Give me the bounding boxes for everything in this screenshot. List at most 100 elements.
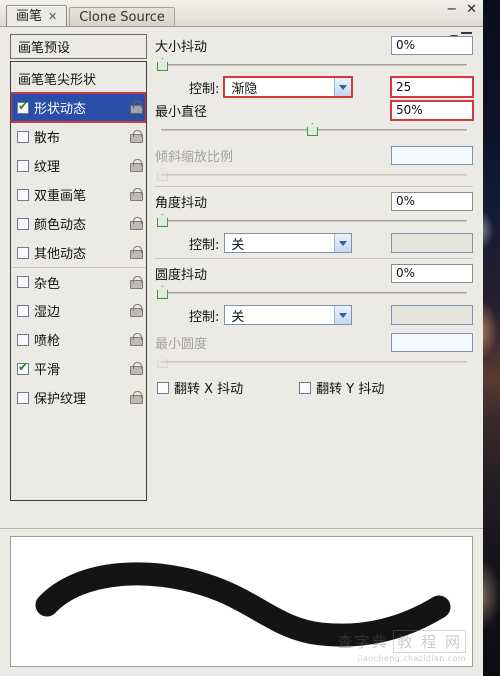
sidebar-item-airbrush[interactable]: 喷枪 <box>11 325 146 354</box>
brush-option-list[interactable]: 画笔笔尖形状 形状动态 散布 纹理 <box>10 61 147 501</box>
watermark: 查字典 教 程 网 jiaocheng.chazidian.com <box>337 630 466 663</box>
sidebar-item-scattering[interactable]: 散布 <box>11 122 146 151</box>
window-controls: − ✕ <box>446 3 477 16</box>
lock-icon[interactable] <box>129 101 143 114</box>
min-diameter-slider[interactable] <box>157 122 473 138</box>
sidebar-item-label: 散布 <box>34 131 61 146</box>
scattering-checkbox[interactable] <box>17 130 29 143</box>
roundness-jitter-input[interactable]: 0% <box>391 263 473 283</box>
angle-control-side-input <box>391 233 473 253</box>
roundness-control-select[interactable]: 关 <box>224 305 353 325</box>
flip-y-jitter-checkbox[interactable] <box>299 381 312 394</box>
slider-knob[interactable] <box>157 214 168 227</box>
min-diameter-input[interactable]: 50% <box>390 99 474 121</box>
angle-control-select[interactable]: 关 <box>224 233 353 253</box>
slider-track <box>161 220 467 222</box>
tab-clone-source[interactable]: Clone Source <box>69 7 175 26</box>
panel-tab-strip: 画笔 ✕ Clone Source <box>6 0 175 26</box>
protect-texture-checkbox[interactable] <box>17 391 29 404</box>
close-icon[interactable]: ✕ <box>466 3 477 16</box>
airbrush-checkbox[interactable] <box>17 333 29 346</box>
fade-steps-input[interactable]: 25 <box>390 76 474 98</box>
lock-icon[interactable] <box>129 304 143 317</box>
dual-brush-checkbox[interactable] <box>17 188 29 201</box>
tab-brush[interactable]: 画笔 ✕ <box>6 5 68 26</box>
size-jitter-slider[interactable] <box>157 57 473 73</box>
chevron-down-icon[interactable] <box>334 78 352 96</box>
sidebar-item-noise[interactable]: 杂色 <box>11 267 146 296</box>
watermark-part1: 查字典 <box>337 633 389 651</box>
sidebar-item-smoothing[interactable]: 平滑 <box>11 354 146 383</box>
chevron-down-icon[interactable] <box>334 234 352 252</box>
other-dynamics-checkbox[interactable] <box>17 246 29 259</box>
tilt-scale-row: 倾斜缩放比例 <box>155 144 473 166</box>
angle-jitter-input[interactable]: 0% <box>391 191 473 211</box>
roundness-jitter-row: 圆度抖动 0% <box>155 262 473 284</box>
angle-jitter-label: 角度抖动 <box>155 195 208 211</box>
sidebar-item-color-dynamics[interactable]: 颜色动态 <box>11 209 146 238</box>
sidebar-item-label: 平滑 <box>34 363 61 378</box>
texture-checkbox[interactable] <box>17 159 29 172</box>
lock-icon[interactable] <box>129 130 143 143</box>
slider-track <box>161 361 467 363</box>
size-control-row: 控制: 渐隐 25 <box>155 75 474 99</box>
slider-track <box>161 174 467 176</box>
sidebar-item-label: 杂色 <box>34 276 61 292</box>
size-jitter-input[interactable]: 0% <box>391 35 473 55</box>
slider-knob[interactable] <box>157 58 168 71</box>
roundness-control-selected-value: 关 <box>231 309 245 325</box>
min-roundness-row: 最小圆度 <box>155 331 473 353</box>
angle-control-label: 控制: <box>189 237 220 253</box>
size-jitter-row: 大小抖动 0% <box>155 34 473 56</box>
roundness-jitter-slider[interactable] <box>157 285 473 301</box>
slider-knob[interactable] <box>307 123 318 136</box>
lock-icon[interactable] <box>129 391 143 404</box>
angle-jitter-slider[interactable] <box>157 213 473 229</box>
sidebar-item-protect-texture[interactable]: 保护纹理 <box>11 383 146 412</box>
slider-track <box>161 292 467 294</box>
section-divider <box>155 186 473 187</box>
sidebar-item-texture[interactable]: 纹理 <box>11 151 146 180</box>
roundness-jitter-label: 圆度抖动 <box>155 267 208 283</box>
slider-knob <box>157 355 168 368</box>
shape-dynamics-checkbox[interactable] <box>17 100 29 114</box>
lock-icon[interactable] <box>129 217 143 230</box>
sidebar-item-other-dynamics[interactable]: 其他动态 <box>11 238 146 267</box>
flip-x-jitter-label: 翻转 X 抖动 <box>174 382 244 397</box>
lock-icon[interactable] <box>129 246 143 259</box>
color-dynamics-checkbox[interactable] <box>17 217 29 230</box>
lock-icon[interactable] <box>129 275 143 289</box>
tilt-scale-label: 倾斜缩放比例 <box>155 149 234 165</box>
min-roundness-input <box>391 332 473 352</box>
flip-x-jitter-checkbox-group[interactable]: 翻转 X 抖动 <box>157 378 243 397</box>
brush-presets-button[interactable]: 画笔预设 <box>10 34 147 59</box>
sidebar-item-label: 保护纹理 <box>34 392 87 407</box>
roundness-control-label: 控制: <box>189 309 220 325</box>
wet-edges-checkbox[interactable] <box>17 304 29 317</box>
flip-x-jitter-checkbox[interactable] <box>157 381 169 394</box>
lock-icon[interactable] <box>129 362 143 375</box>
watermark-url: jiaocheng.chazidian.com <box>357 654 466 663</box>
noise-checkbox[interactable] <box>17 276 29 288</box>
lock-icon[interactable] <box>129 188 143 201</box>
lock-icon[interactable] <box>129 159 143 172</box>
sidebar-item-label: 颜色动态 <box>34 218 87 233</box>
watermark-main: 查字典 教 程 网 <box>337 630 466 653</box>
slider-knob[interactable] <box>157 286 168 299</box>
size-control-select[interactable]: 渐隐 <box>223 76 354 98</box>
sidebar-item-label: 喷枪 <box>34 334 61 349</box>
sidebar-item-brush-tip-shape[interactable]: 画笔笔尖形状 <box>11 64 146 93</box>
sidebar-item-dual-brush[interactable]: 双重画笔 <box>11 180 146 209</box>
min-roundness-label: 最小圆度 <box>155 336 208 352</box>
chevron-down-icon[interactable] <box>334 306 352 324</box>
lock-icon[interactable] <box>129 333 143 346</box>
tab-close-icon[interactable]: ✕ <box>48 11 57 22</box>
roundness-control-row: 控制: 关 <box>155 303 473 327</box>
sidebar-item-wet-edges[interactable]: 湿边 <box>11 296 146 325</box>
flip-jitter-row: 翻转 X 抖动 翻转 Y 抖动 <box>155 372 473 397</box>
tilt-scale-input <box>391 145 473 165</box>
minimize-icon[interactable]: − <box>446 3 457 16</box>
smoothing-checkbox[interactable] <box>17 361 29 375</box>
sidebar-item-shape-dynamics[interactable]: 形状动态 <box>11 92 146 123</box>
flip-y-jitter-checkbox-group[interactable]: 翻转 Y 抖动 <box>299 378 384 397</box>
